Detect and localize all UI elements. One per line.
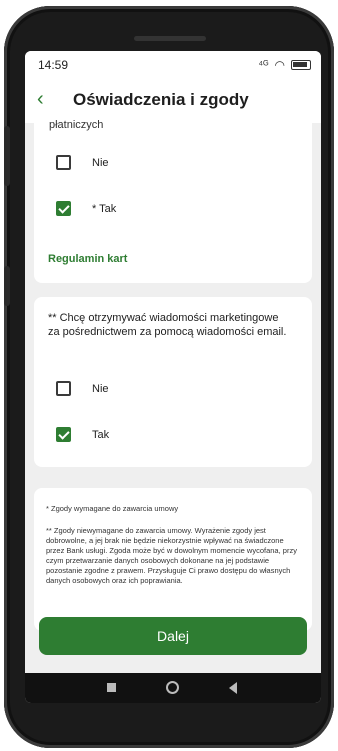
notes-card: * Zgody wymagane do zawarcia umowy ** Zg… <box>34 488 312 631</box>
phone-frame: 14:59 ⁴ᴳ ◠ ‹ Oświadczenia i zgody płatni… <box>4 6 334 748</box>
home-icon[interactable] <box>166 681 179 694</box>
power-button <box>4 266 10 306</box>
option-nie[interactable]: Nie <box>56 155 109 170</box>
recent-apps-icon[interactable] <box>107 683 116 692</box>
checkbox-checked-icon[interactable] <box>56 427 71 442</box>
checkbox-icon[interactable] <box>56 155 71 170</box>
note-optional: ** Zgody niewymagane do zawarcia umowy. … <box>46 526 297 585</box>
wifi-icon: ◠ <box>274 58 285 72</box>
page-title: Oświadczenia i zgody <box>73 90 249 109</box>
system-nav-bar <box>25 673 321 703</box>
consent-text: ** Chcę otrzymywać wiadomości marketingo… <box>48 312 287 338</box>
consent-card-marketing: ** Chcę otrzymywać wiadomości marketingo… <box>34 297 312 467</box>
card-terms-link[interactable]: Regulamin kart <box>48 253 127 265</box>
volume-button <box>4 126 10 186</box>
speaker <box>134 36 206 41</box>
back-arrow-icon[interactable]: ‹ <box>37 89 44 109</box>
signal-icon: ⁴ᴳ <box>258 59 269 71</box>
option-label: Nie <box>92 382 109 395</box>
screen: 14:59 ⁴ᴳ ◠ ‹ Oświadczenia i zgody płatni… <box>25 51 321 703</box>
checkbox-checked-icon[interactable] <box>56 201 71 216</box>
consent-card-cards: płatniczych Nie * Tak Regulamin kart <box>34 113 312 283</box>
status-bar: 14:59 ⁴ᴳ ◠ <box>25 51 321 79</box>
option-label: * Tak <box>92 202 117 215</box>
option-tak[interactable]: Tak <box>56 427 109 442</box>
option-label: Tak <box>92 428 110 441</box>
consent-text-cut: płatniczych <box>49 119 104 131</box>
status-icons: ⁴ᴳ ◠ <box>258 58 311 72</box>
battery-icon <box>291 60 311 70</box>
option-label: Nie <box>92 156 109 169</box>
option-nie[interactable]: Nie <box>56 381 109 396</box>
checkbox-icon[interactable] <box>56 381 71 396</box>
back-icon[interactable] <box>229 682 237 694</box>
note-required: * Zgody wymagane do zawarcia umowy <box>46 504 179 513</box>
option-tak[interactable]: * Tak <box>56 201 116 216</box>
next-button[interactable]: Dalej <box>39 617 307 655</box>
status-time: 14:59 <box>38 58 69 72</box>
